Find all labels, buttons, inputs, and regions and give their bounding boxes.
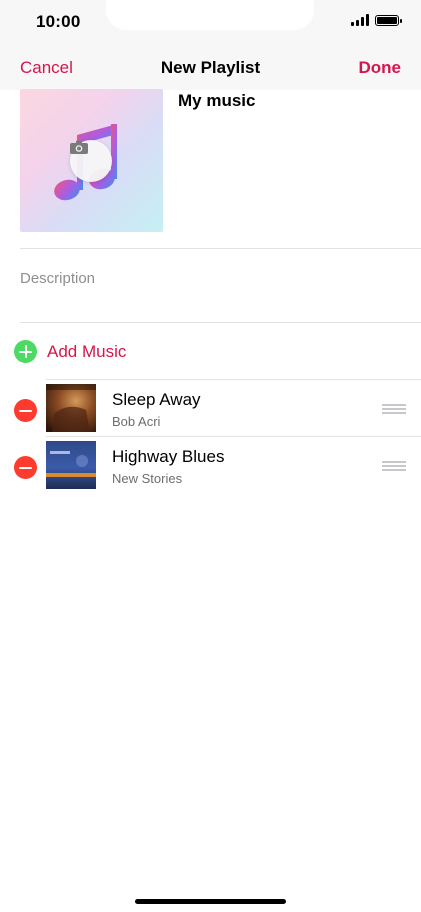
album-art <box>46 384 96 432</box>
playlist-artwork[interactable] <box>20 89 163 232</box>
song-artist: Bob Acri <box>112 414 161 429</box>
remove-circle-icon[interactable] <box>14 456 37 479</box>
table-row[interactable]: Sleep Away Bob Acri <box>0 380 421 436</box>
status-bar: 10:00 <box>0 0 421 46</box>
navigation-bar: Cancel New Playlist Done <box>0 46 421 90</box>
battery-icon <box>375 14 402 26</box>
add-music-button[interactable]: Add Music <box>14 340 126 363</box>
status-time: 10:00 <box>36 12 81 31</box>
song-artist: New Stories <box>112 471 183 486</box>
done-button[interactable]: Done <box>359 58 402 78</box>
notch <box>106 0 314 30</box>
playlist-name-field[interactable]: My music <box>178 91 255 111</box>
add-music-label: Add Music <box>47 341 127 361</box>
remove-circle-icon[interactable] <box>14 399 37 422</box>
song-title: Highway Blues <box>112 447 225 466</box>
camera-icon <box>70 140 88 154</box>
reorder-grabber-icon[interactable] <box>382 404 406 416</box>
album-art <box>46 441 96 489</box>
cellular-signal-icon <box>351 14 369 26</box>
add-circle-icon <box>14 340 37 363</box>
song-title: Sleep Away <box>112 390 201 409</box>
divider <box>20 248 421 249</box>
home-indicator[interactable] <box>135 899 286 904</box>
reorder-grabber-icon[interactable] <box>382 461 406 473</box>
divider <box>20 322 421 323</box>
change-artwork-button[interactable] <box>70 140 112 182</box>
description-field[interactable]: Description <box>20 270 95 287</box>
table-row[interactable]: Highway Blues New Stories <box>0 437 421 493</box>
status-icons <box>351 14 402 26</box>
